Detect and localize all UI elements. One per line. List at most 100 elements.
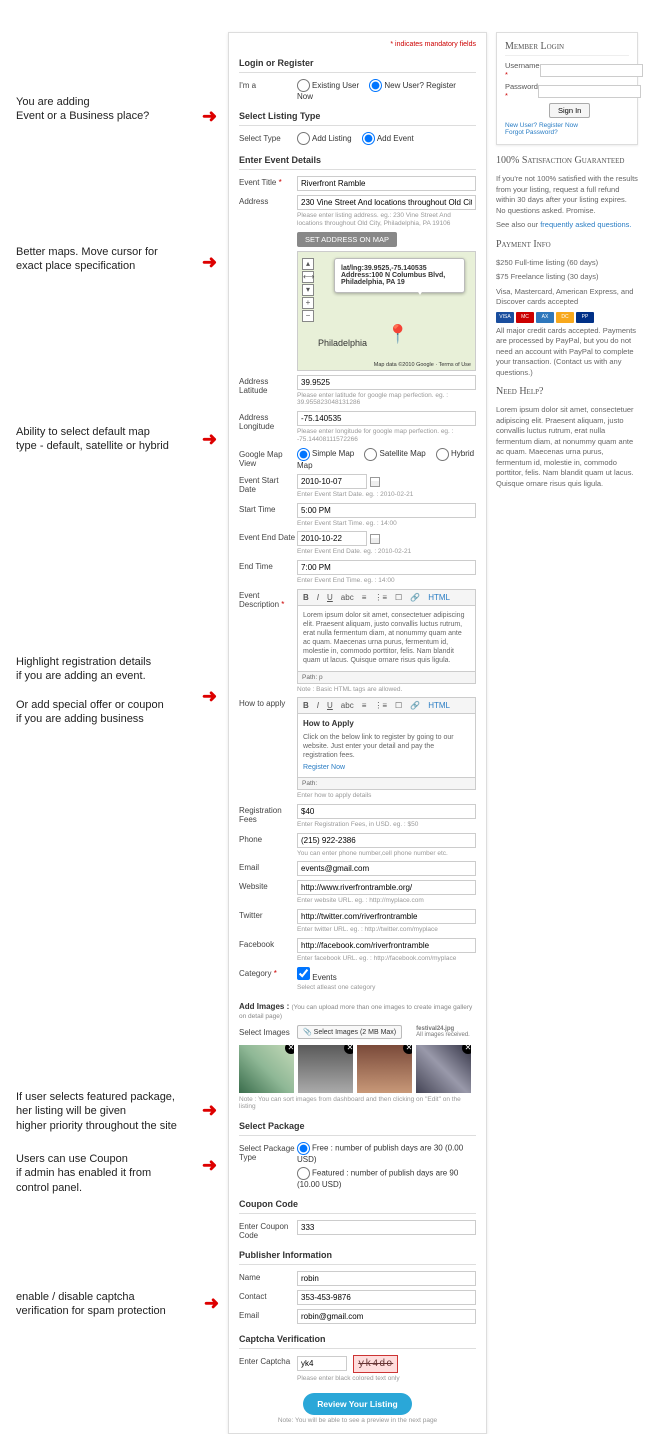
signin-button[interactable]: Sign In <box>549 103 590 118</box>
map-pan-up[interactable]: ▴ <box>302 258 314 270</box>
website-hint: Enter website URL. eg. : http://myplace.… <box>297 897 476 905</box>
sidebar: Member Login Username * Password * Sign … <box>496 32 638 493</box>
annotation-text: You are adding Event or a Business place… <box>16 95 149 124</box>
map-zoom-out[interactable]: − <box>302 310 314 322</box>
category-events-checkbox[interactable]: Events <box>297 973 337 982</box>
regfee-input[interactable] <box>297 804 476 819</box>
phone-input[interactable] <box>297 833 476 848</box>
annotation-text: Highlight registration details if you ar… <box>16 655 164 726</box>
address-input[interactable] <box>297 195 476 210</box>
file-upload-button[interactable]: 📎 Select Images (2 MB Max) <box>297 1025 402 1039</box>
enter-details-head: Enter Event Details <box>239 151 476 170</box>
username-label: Username * <box>505 61 540 79</box>
event-title-input[interactable] <box>297 176 476 191</box>
map-pan-lr[interactable]: ⟷ <box>302 271 314 283</box>
description-editor[interactable]: Lorem ipsum dolor sit amet, consectetuer… <box>297 605 476 672</box>
latitude-input[interactable] <box>297 375 476 390</box>
help-text: Lorem ipsum dolor sit amet, consectetuer… <box>496 405 638 489</box>
payment-text: All major credit cards accepted. Payment… <box>496 326 638 379</box>
annotation-text: Better maps. Move cursor for exact place… <box>16 245 158 274</box>
thumbnail[interactable]: ✕ <box>357 1045 412 1093</box>
description-label: Event Description * <box>239 589 297 609</box>
existing-user-radio[interactable]: Existing User <box>297 81 359 90</box>
arrow-icon: ➜ <box>202 429 217 450</box>
map-zoom-in[interactable]: + <box>302 297 314 309</box>
longitude-input[interactable] <box>297 411 476 426</box>
start-time-hint: Enter Event Start Time. eg. : 14:00 <box>297 520 476 528</box>
editor-toolbar[interactable]: BIUabc≡⋮≡☐🔗HTML <box>297 697 476 713</box>
coupon-input[interactable] <box>297 1220 476 1235</box>
start-date-hint: Enter Event Start Date. eg. : 2010-02-21 <box>297 491 476 499</box>
map-pan-down[interactable]: ▾ <box>302 284 314 296</box>
delete-icon[interactable]: ✕ <box>344 1045 353 1054</box>
username-input[interactable] <box>540 64 643 77</box>
editor-toolbar[interactable]: BIUabc≡⋮≡☐🔗HTML <box>297 589 476 605</box>
start-time-input[interactable] <box>297 503 476 518</box>
coupon-head: Coupon Code <box>239 1195 476 1214</box>
select-images-label: Select Images <box>239 1026 297 1037</box>
email-label: Email <box>239 861 297 872</box>
calendar-icon[interactable] <box>370 477 380 487</box>
end-time-input[interactable] <box>297 560 476 575</box>
delete-icon[interactable]: ✕ <box>285 1045 294 1054</box>
package-free-radio[interactable]: Free : number of publish days are 30 (0.… <box>297 1142 468 1164</box>
simple-map-radio[interactable]: Simple Map <box>297 449 354 458</box>
pub-email-input[interactable] <box>297 1309 476 1324</box>
discover-icon: DC <box>556 312 574 323</box>
twitter-input[interactable] <box>297 909 476 924</box>
add-event-radio[interactable]: Add Event <box>362 134 414 143</box>
map-marker-icon[interactable]: 📍 <box>387 324 409 345</box>
twitter-hint: Enter twitter URL. eg. : http://twitter.… <box>297 926 476 934</box>
end-date-input[interactable] <box>297 531 367 546</box>
arrow-icon: ➜ <box>204 1293 219 1314</box>
satellite-map-radio[interactable]: Satellite Map <box>364 449 425 458</box>
password-input[interactable] <box>538 85 641 98</box>
thumbnail[interactable]: ✕ <box>416 1045 471 1093</box>
review-hint: Note: You will be able to see a preview … <box>239 1417 476 1425</box>
package-featured-radio[interactable]: Featured : number of publish days are 90… <box>297 1167 468 1189</box>
longitude-hint: Please enter longitude for google map pe… <box>297 428 476 444</box>
calendar-icon[interactable] <box>370 534 380 544</box>
member-login-box: Member Login Username * Password * Sign … <box>496 32 638 145</box>
howto-hint: Enter how to apply details <box>297 792 476 800</box>
set-address-button[interactable]: SET ADDRESS ON MAP <box>297 232 397 247</box>
annotation-text: Users can use Coupon if admin has enable… <box>16 1152 151 1195</box>
coupon-label: Enter Coupon Code <box>239 1220 297 1240</box>
add-listing-radio[interactable]: Add Listing <box>297 134 352 143</box>
end-time-hint: Enter Event End Time. eg. : 14:00 <box>297 577 476 585</box>
captcha-image: yk4do <box>353 1355 398 1373</box>
captcha-input[interactable] <box>297 1356 347 1371</box>
review-listing-button[interactable]: Review Your Listing <box>303 1393 411 1415</box>
howto-editor[interactable]: How to Apply Click on the below link to … <box>297 713 476 778</box>
pub-name-input[interactable] <box>297 1271 476 1286</box>
paypal-icon: PP <box>576 312 594 323</box>
faq-link[interactable]: frequently asked questions. <box>540 220 631 229</box>
login-register-head: Login or Register <box>239 54 476 73</box>
facebook-input[interactable] <box>297 938 476 953</box>
pub-name-label: Name <box>239 1271 297 1282</box>
captcha-head: Captcha Verification <box>239 1330 476 1349</box>
login-links[interactable]: New User? Register Now Forgot Password? <box>505 122 629 136</box>
payment-text: $250 Full-time listing (60 days) <box>496 258 638 269</box>
email-input[interactable] <box>297 861 476 876</box>
map-attribution: Map data ©2010 Google · Terms of Use <box>374 362 471 368</box>
mandatory-note: * indicates mandatory fields <box>239 41 476 48</box>
pub-contact-input[interactable] <box>297 1290 476 1305</box>
thumbnail[interactable]: ✕ <box>239 1045 294 1093</box>
map-widget[interactable]: ▴ ⟷ ▾ + − lat/lng:39.9525,-75.140535 Add… <box>297 251 476 371</box>
regfee-hint: Enter Registration Fees, in USD. eg. : $… <box>297 821 476 829</box>
end-time-label: End Time <box>239 560 297 571</box>
start-date-input[interactable] <box>297 474 367 489</box>
arrow-icon: ➜ <box>202 1155 217 1176</box>
pub-contact-label: Contact <box>239 1290 297 1301</box>
map-info-popup: lat/lng:39.9525,-75.140535 Address:100 N… <box>334 258 465 293</box>
mastercard-icon: MC <box>516 312 534 323</box>
delete-icon[interactable]: ✕ <box>462 1045 471 1054</box>
delete-icon[interactable]: ✕ <box>403 1045 412 1054</box>
payment-text: $75 Freelance listing (30 days) <box>496 272 638 283</box>
map-view-label: Google Map View <box>239 448 297 468</box>
thumbnail[interactable]: ✕ <box>298 1045 353 1093</box>
website-input[interactable] <box>297 880 476 895</box>
password-label: Password * <box>505 82 538 100</box>
map-controls[interactable]: ▴ ⟷ ▾ + − <box>302 258 314 323</box>
